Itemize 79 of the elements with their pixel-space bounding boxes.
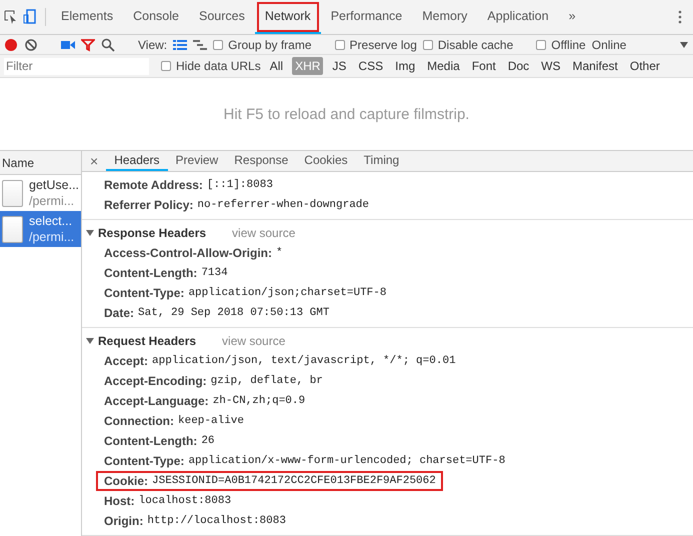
throttle-dropdown[interactable]: Online <box>592 38 626 52</box>
type-filter[interactable]: Font <box>468 57 499 75</box>
header-value: application/x-www-form-urlencoded; charset=UTF-8 <box>188 455 506 467</box>
panel-tab[interactable]: Elements <box>51 0 124 34</box>
filter-field[interactable]: Filter <box>4 58 149 74</box>
type-filter[interactable]: Media <box>424 57 463 75</box>
header-name: Content-Type: <box>104 454 184 468</box>
request-row[interactable]: select... /permi... <box>0 211 81 247</box>
hide-data-urls-checkbox[interactable]: Hide data URLs <box>161 59 261 73</box>
header-value: 26 <box>201 435 215 447</box>
header-name: Content-Length: <box>104 266 198 280</box>
type-filter[interactable]: CSS <box>355 57 386 75</box>
clear-icon[interactable] <box>24 38 38 52</box>
header-name: Access-Control-Allow-Origin: <box>104 246 272 260</box>
header-value: 7134 <box>201 267 228 279</box>
record-icon[interactable] <box>4 38 18 52</box>
detail-tab[interactable]: Cookies <box>296 151 356 171</box>
section-title[interactable]: Response Headers <box>98 226 206 240</box>
detail-tab[interactable]: Preview <box>168 151 226 171</box>
header-name: Accept-Encoding: <box>104 374 207 388</box>
disclosure-triangle-icon[interactable] <box>86 337 94 345</box>
panel-tab[interactable]: Application <box>477 0 559 34</box>
header-name: Content-Length: <box>104 434 198 448</box>
type-filter[interactable]: Img <box>392 57 418 75</box>
header-value: * <box>276 247 283 259</box>
option-checkbox[interactable]: Disable cache <box>422 38 514 52</box>
type-filter[interactable]: All <box>266 57 286 75</box>
dropdown-icon[interactable] <box>679 40 689 50</box>
disclosure-triangle-icon[interactable] <box>86 229 94 237</box>
option-checkbox[interactable]: Preserve log <box>334 38 417 52</box>
header-value: Sat, 29 Sep 2018 07:50:13 GMT <box>138 307 330 319</box>
header-name: Remote Address: <box>104 178 203 192</box>
section-title[interactable]: Request Headers <box>98 334 196 348</box>
more-tabs-button[interactable]: » <box>558 0 586 34</box>
header-name: Connection: <box>104 414 174 428</box>
header-name: Cookie: <box>104 474 148 488</box>
detail-tab[interactable]: Response <box>226 151 296 171</box>
filmstrip-hint: Hit F5 to reload and capture filmstrip. <box>224 106 470 122</box>
option-checkbox[interactable]: Offline <box>536 38 586 52</box>
header-name: Content-Type: <box>104 286 184 300</box>
file-icon <box>2 180 23 206</box>
panel-tab[interactable]: Network <box>254 0 321 34</box>
search-icon[interactable] <box>101 38 115 52</box>
view-label: View: <box>138 38 168 52</box>
type-filter[interactable]: Manifest <box>570 57 621 75</box>
view-source-link[interactable]: view source <box>222 334 286 348</box>
header-value: keep-alive <box>178 415 244 427</box>
header-name: Date: <box>104 306 134 320</box>
header-value: zh-CN,zh;q=0.9 <box>212 395 306 407</box>
filter-icon[interactable] <box>81 38 95 52</box>
panel-tab[interactable]: Performance <box>320 0 412 34</box>
view-source-link[interactable]: view source <box>232 226 296 240</box>
detail-tab[interactable]: Timing <box>356 151 408 171</box>
type-filter[interactable]: JS <box>329 57 350 75</box>
header-name: Origin: <box>104 514 144 528</box>
type-filter[interactable]: Other <box>626 57 663 75</box>
header-value: JSESSIONID=A0B1742172CC2CFE013FBE2F9AF25062 <box>152 475 436 487</box>
waterfall-icon[interactable] <box>193 38 208 52</box>
panel-tab[interactable]: Console <box>123 0 189 34</box>
type-filter[interactable]: Doc <box>504 57 532 75</box>
panel-tab[interactable]: Sources <box>188 0 255 34</box>
header-name: Referrer Policy: <box>104 198 194 212</box>
type-filter[interactable]: WS <box>538 57 564 75</box>
header-name: Accept: <box>104 354 148 368</box>
file-icon <box>2 216 23 242</box>
list-view-icon[interactable] <box>173 38 188 52</box>
header-value: localhost:8083 <box>138 495 232 507</box>
detail-tab[interactable]: Headers <box>106 151 168 171</box>
header-value: http://localhost:8083 <box>147 515 286 527</box>
option-checkbox[interactable]: Group by frame <box>213 38 312 52</box>
header-value: [::1]:8083 <box>206 179 273 191</box>
header-name: Accept-Language: <box>104 394 209 408</box>
header-value: no-referrer-when-downgrade <box>197 199 370 211</box>
close-button[interactable]: × <box>88 151 106 171</box>
header-value: application/json;charset=UTF-8 <box>188 287 386 299</box>
panel-tab[interactable]: Memory <box>412 0 478 34</box>
header-value: gzip, deflate, br <box>210 375 323 387</box>
header-value: application/json, text/javascript, */*; q=0.01 <box>152 355 456 367</box>
header-name: Host: <box>104 494 135 508</box>
